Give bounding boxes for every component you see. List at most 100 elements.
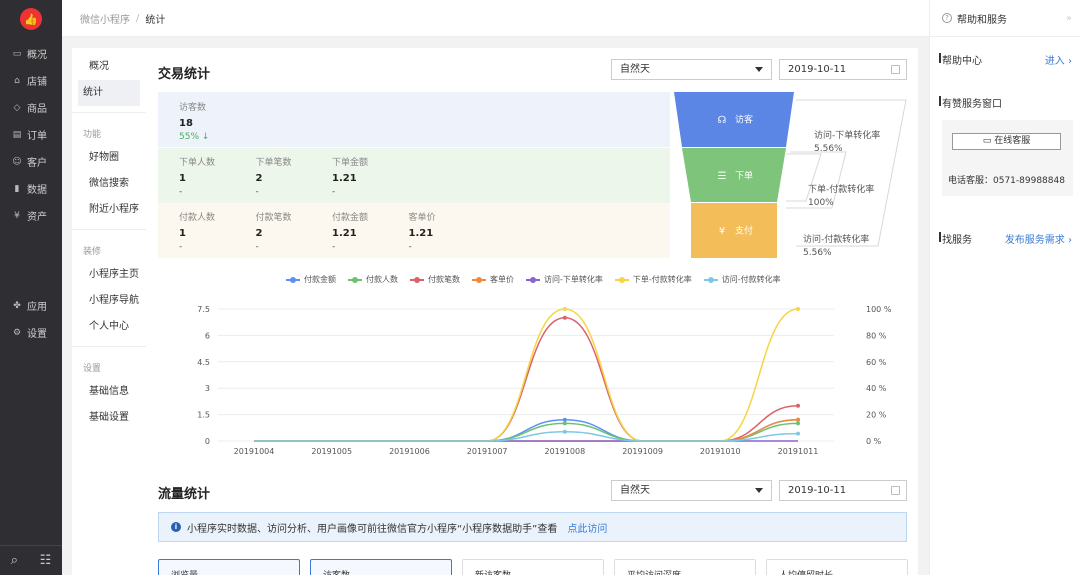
data-point[interactable] [796, 403, 800, 408]
nav-item-3[interactable]: ▤ 订单 [0, 121, 62, 148]
legend-item[interactable]: 访问-下单转化率 [526, 274, 603, 285]
calendar-icon [891, 486, 900, 495]
subnav-item[interactable]: 小程序导航 [78, 288, 140, 314]
tag-icon: ◇ [13, 102, 21, 113]
data-point[interactable] [562, 315, 567, 320]
money-icon: ¥ [14, 210, 20, 221]
conversion-label: 访问-付款转化率 [803, 233, 869, 245]
funnel-stage-icon: ¥ [719, 226, 725, 237]
main-nav: 👍 ▭ 概况 ⌂ 店铺 ◇ 商品 ▤ 订单 ☺ 客户 ▮ 数据 ¥ 资产 ✤ 应用 ⚙ 设置 ⌕ ☷ [0, 0, 62, 575]
service-box: ▭ 在线客服 电话客服：0571-89988848 [942, 120, 1073, 196]
traffic-date-picker[interactable]: 2019-10-11 [779, 480, 907, 501]
series-line-6 [254, 431, 799, 442]
info-link[interactable]: 点此访问 [567, 520, 607, 535]
nav-item-label: 店铺 [27, 77, 47, 88]
bracket-line [796, 99, 907, 247]
subnav-group-title: 功能 [83, 130, 102, 140]
traffic-tab[interactable]: 人均停留时长 [766, 559, 908, 575]
y-tick-right: 80 % [866, 331, 887, 340]
chart-legend: 付款金额 付款人数 付款笔数 客单价 访问-下单转化率 下单-付款转化率 访问-付款转化率 [286, 274, 781, 285]
subnav-item[interactable]: 个人中心 [78, 314, 140, 340]
x-tick: 20191005 [311, 447, 352, 456]
legend-label: 付款笔数 [428, 275, 460, 284]
traffic-tab[interactable]: 新访客数 [462, 559, 604, 575]
nav-item-1[interactable]: ⌂ 店铺 [0, 67, 62, 94]
nav-item-4[interactable]: ☺ 客户 [0, 148, 62, 175]
y-tick-left: 3 [205, 384, 210, 393]
subnav-item[interactable]: 基础设置 [78, 405, 140, 431]
nav-app-0[interactable]: ✤ 应用 [0, 292, 62, 319]
logo[interactable]: 👍 [20, 8, 42, 30]
traffic-tab[interactable]: 浏览量 [158, 559, 300, 575]
online-service-button[interactable]: ▭ 在线客服 [952, 133, 1061, 150]
breadcrumb: 微信小程序 / 统计 [62, 0, 929, 37]
data-point[interactable] [796, 307, 800, 311]
help-center-row: 帮助中心 进入 › [939, 52, 1072, 67]
nav-item-5[interactable]: ▮ 数据 [0, 175, 62, 202]
nav-item-label: 资产 [27, 212, 47, 223]
subnav-item[interactable]: 附近小程序 [78, 197, 140, 223]
y-tick-right: 20 % [866, 411, 887, 420]
help-center-link[interactable]: 进入 › [1045, 52, 1072, 67]
funnel-stage-2 [691, 203, 777, 258]
legend-item[interactable]: 付款人数 [348, 274, 398, 285]
legend-label: 访问-下单转化率 [544, 275, 603, 284]
nav-item-label: 商品 [27, 104, 47, 115]
breadcrumb-parent[interactable]: 微信小程序 [80, 11, 130, 26]
funnel-stage-1 [682, 148, 786, 202]
collapse-icon[interactable]: » [1066, 13, 1072, 24]
nav-item-6[interactable]: ¥ 资产 [0, 202, 62, 229]
y-tick-right: 40 % [866, 384, 887, 393]
nav-item-2[interactable]: ◇ 商品 [0, 94, 62, 121]
chat-icon: ▭ [982, 136, 992, 146]
data-point[interactable] [562, 417, 567, 422]
subnav-item[interactable]: 好物圈 [78, 145, 140, 171]
traffic-period-select[interactable]: 自然天 [611, 480, 772, 501]
legend-item[interactable]: 访问-付款转化率 [703, 274, 781, 285]
conversion-value: 5.56% [803, 248, 832, 258]
traffic-tab[interactable]: 访客数 [310, 559, 452, 575]
funnel-stage-0 [674, 92, 794, 147]
traffic-tab[interactable]: 平均访问深度 [614, 559, 756, 575]
legend-item[interactable]: 付款笔数 [410, 274, 460, 285]
legend-swatch [703, 276, 718, 284]
service-window-row: 有赞服务窗口 [939, 95, 1072, 110]
legend-label: 付款人数 [366, 275, 398, 284]
funnel-stage-icon: ☰ [718, 171, 727, 182]
chat-icon[interactable]: ☷ [40, 553, 52, 568]
publish-service-link[interactable]: 发布服务需求 › [1005, 231, 1072, 246]
conversion-label: 下单-付款转化率 [808, 183, 874, 195]
legend-label: 客单价 [490, 275, 514, 284]
data-point[interactable] [562, 429, 567, 434]
subnav-item[interactable]: 微信搜索 [78, 171, 140, 197]
series-line-0 [254, 418, 799, 442]
subnav-item[interactable]: 概况 [78, 54, 140, 80]
legend-item[interactable]: 付款金额 [286, 274, 336, 285]
subnav-group-title: 设置 [83, 364, 102, 374]
series-line-1 [254, 422, 799, 442]
info-text: 小程序实时数据、访问分析、用户画像可前往微信官方小程序“小程序数据助手”查看 [187, 523, 558, 535]
legend-item[interactable]: 客单价 [472, 274, 514, 285]
subnav-item[interactable]: 小程序主页 [78, 262, 140, 288]
find-service-row: 找服务 发布服务需求 › [939, 231, 1072, 246]
legend-label: 下单-付款转化率 [632, 275, 692, 284]
search-icon[interactable]: ⌕ [11, 553, 18, 568]
chart-icon: ▮ [14, 183, 20, 194]
legend-item[interactable]: 下单-付款转化率 [614, 274, 692, 285]
data-point[interactable] [562, 307, 567, 311]
legend-swatch [472, 276, 486, 284]
data-point[interactable] [796, 431, 800, 436]
divider [72, 346, 146, 347]
nav-app-1[interactable]: ⚙ 设置 [0, 319, 62, 346]
help-title: 帮助和服务 [957, 14, 1007, 26]
nav-item-0[interactable]: ▭ 概况 [0, 40, 62, 67]
data-point[interactable] [796, 421, 800, 426]
x-tick: 20191008 [544, 447, 585, 456]
subnav-item[interactable]: 基础信息 [78, 379, 140, 405]
subnav-item[interactable]: 统计 [78, 80, 140, 106]
y-tick-left: 1.5 [197, 411, 210, 420]
data-point[interactable] [796, 417, 800, 422]
thumbs-up-icon: 👍 [24, 12, 38, 26]
data-point[interactable] [562, 421, 567, 426]
series-line-2 [254, 317, 799, 442]
